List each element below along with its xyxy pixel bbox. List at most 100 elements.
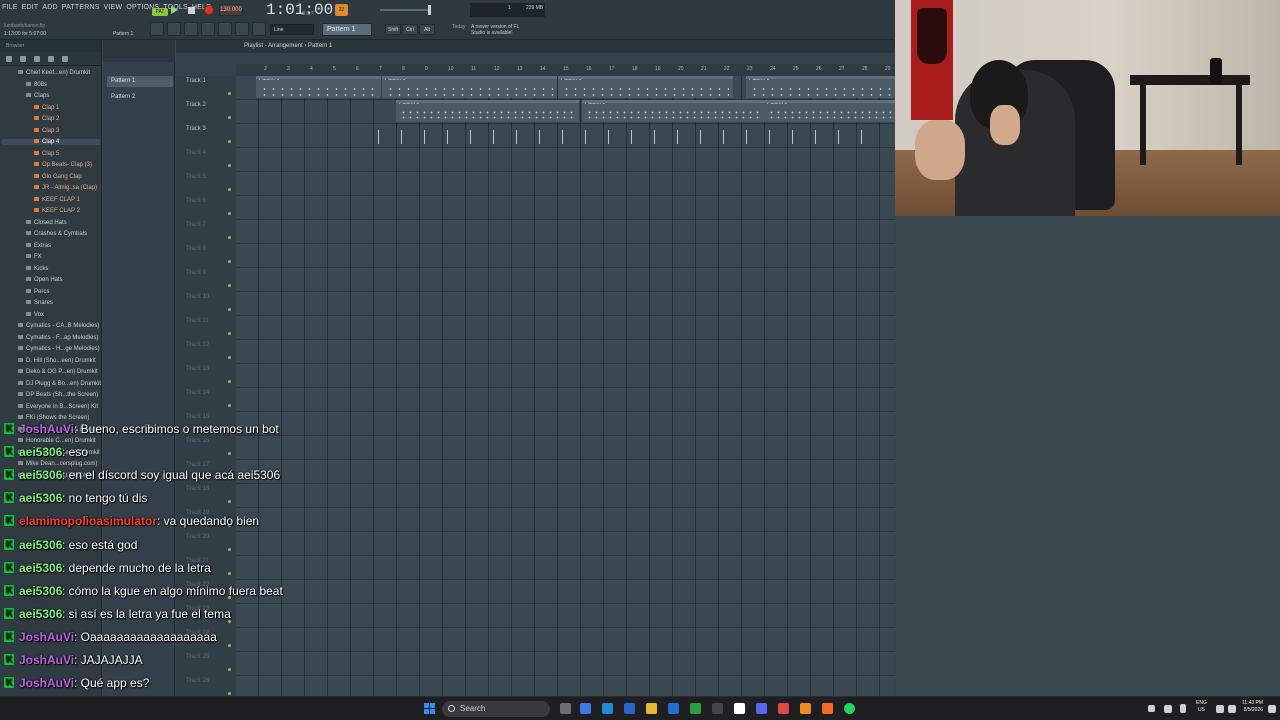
menu-item-add[interactable]: ADD [42,4,57,11]
forward-icon[interactable] [20,55,26,62]
browser-folder[interactable]: Vox [26,312,44,318]
star-icon[interactable] [62,55,68,62]
browser-icon[interactable] [800,703,811,714]
record-icon[interactable] [204,5,214,15]
track-label[interactable]: Track 4 [186,150,206,156]
discord-icon[interactable] [756,703,767,714]
copilot-icon[interactable] [580,703,591,714]
track-mute-led-icon[interactable] [228,164,231,167]
browser-folder[interactable]: Percs [26,289,49,295]
track-label[interactable]: Track 3 [186,126,206,132]
track-label[interactable]: Track 9 [186,270,206,276]
plugin-picker-shortcut-icon[interactable] [235,22,249,36]
shift-key-button[interactable]: Shift [385,24,401,35]
pattern-clip[interactable]: Pattern 1 [746,76,895,98]
browser-folder[interactable]: Deko & OG P...en) Drumkit [18,369,98,375]
track-mute-led-icon[interactable] [228,380,231,383]
browser-folder[interactable]: D. Hill (Sho...een) Drumkit [18,358,96,364]
browser-sample[interactable]: Clap 4 [2,139,100,145]
track-mute-led-icon[interactable] [228,452,231,455]
browser-folder[interactable]: Open Hats [26,277,63,283]
language-indicator[interactable]: ENG US [1196,700,1207,714]
track-label[interactable]: Track 8 [186,246,206,252]
browser-folder[interactable]: Closed Hats [26,220,67,226]
track-label[interactable]: Track 16 [186,438,209,444]
microphone-icon[interactable] [252,22,266,36]
snap-selector[interactable]: Line [270,24,314,35]
usb-icon[interactable] [1180,704,1186,713]
settings-icon[interactable] [712,703,723,714]
browser-sample[interactable]: Clap 1 [34,105,59,111]
pattern-clip[interactable]: Pattern 2 [764,100,895,122]
metronome-button[interactable]: 32 [335,4,348,16]
track-mute-led-icon[interactable] [228,332,231,335]
track-mute-led-icon[interactable] [228,548,231,551]
browser-folder[interactable]: Everyone in B...Screen) Kit [18,404,98,410]
browser-folder[interactable]: FX [26,254,42,260]
track-label[interactable]: Track 13 [186,366,209,372]
browser-sample[interactable]: KEEF CLAP 1 [34,197,80,203]
browser-folder[interactable]: Honorable C...en) Drumkit [18,438,96,444]
track-mute-led-icon[interactable] [228,188,231,191]
track-label[interactable]: Track 26 [186,678,209,684]
pattern-clip[interactable]: Pattern 1 [256,76,381,98]
track-mute-led-icon[interactable] [228,572,231,575]
track-mute-led-icon[interactable] [228,356,231,359]
channel-rack-shortcut-icon[interactable] [184,22,198,36]
track-mute-led-icon[interactable] [228,284,231,287]
game-icon[interactable] [690,703,701,714]
edge-icon[interactable] [602,703,613,714]
clock[interactable]: 11:43 PM 8/5/2026 [1242,700,1263,714]
file-explorer-icon[interactable] [646,703,657,714]
store-icon[interactable] [624,703,635,714]
browser-sample[interactable]: KEEF CLAP 2 [34,208,80,214]
track-mute-led-icon[interactable] [228,644,231,647]
network-icon[interactable] [1216,705,1224,713]
pattern-clip[interactable]: Pattern 1 [558,76,733,98]
browser-sample[interactable]: Op Beats- Clap (3) [34,162,92,168]
track-mute-led-icon[interactable] [228,236,231,239]
playlist-grid[interactable]: Pattern 1 Pattern 1 Pattern 1 Pattern 1 Patt… [236,76,895,696]
news-message[interactable]: A newer version of FL Studio is availabl… [471,24,531,36]
browser-folder[interactable]: Snares [26,300,53,306]
browser-sample[interactable]: Glo Gang Clap [34,174,82,180]
track-label[interactable]: Track 7 [186,222,206,228]
stop-icon[interactable] [188,7,195,14]
piano-roll-shortcut-icon[interactable] [167,22,181,36]
pattern-clip[interactable]: Pattern 2 [396,100,579,122]
pattern-item[interactable]: Pattern 1 [107,76,173,87]
track-mute-led-icon[interactable] [228,260,231,263]
alt-key-button[interactable]: Alt [419,24,435,35]
playlist-shortcut-icon[interactable] [150,22,164,36]
browser-shortcut-icon[interactable] [218,22,232,36]
browser-sample[interactable]: JR - Almig..sa (Clap) [34,185,97,191]
menu-item-patterns[interactable]: PATTERNS [62,4,100,11]
track-mute-led-icon[interactable] [228,116,231,119]
browser-folder[interactable]: Cymatics - H...ge Melodies) [18,346,100,352]
browser-folder[interactable]: DJ Plugg & Bo...en) Drumkit [18,381,101,387]
notification-icon[interactable] [1268,705,1276,713]
track-mute-led-icon[interactable] [228,404,231,407]
timeline-ruler[interactable]: 2 3 4 5 6 7 8 9 10 11 12 13 14 15 16 17 18 19 20 21 22 23 24 25… [236,64,895,76]
track-label[interactable]: Track 15 [186,414,209,420]
track-label[interactable]: Track 11 [186,318,209,324]
browser-folder[interactable]: Cymatics - CA..B Melodies) [18,323,99,329]
menu-item-view[interactable]: VIEW [104,4,123,11]
search-icon[interactable] [48,55,54,62]
track-label[interactable]: Track 5 [186,174,206,180]
browser-sample[interactable]: Clap 3 [34,128,59,134]
pattern-clip[interactable]: Pattern 2 [582,100,765,122]
track-label[interactable]: Track 12 [186,342,209,348]
notepad-icon[interactable] [734,703,745,714]
browser-sample[interactable]: Clap 5 [34,151,59,157]
track-label[interactable]: Track 10 [186,294,209,300]
pattern-song-toggle[interactable]: PAT [152,8,168,16]
menu-item-edit[interactable]: EDIT [22,4,39,11]
track-label[interactable]: Track 25 [186,654,209,660]
pattern-selector[interactable]: Pattern 1 [322,23,372,36]
track-mute-led-icon[interactable] [228,212,231,215]
browser-folder[interactable]: Cymatics - F...ap Melodies) [18,335,98,341]
browser-folder[interactable]: Kicks [26,266,48,272]
mixer-shortcut-icon[interactable] [201,22,215,36]
track-label[interactable]: Track 2 [186,102,206,108]
